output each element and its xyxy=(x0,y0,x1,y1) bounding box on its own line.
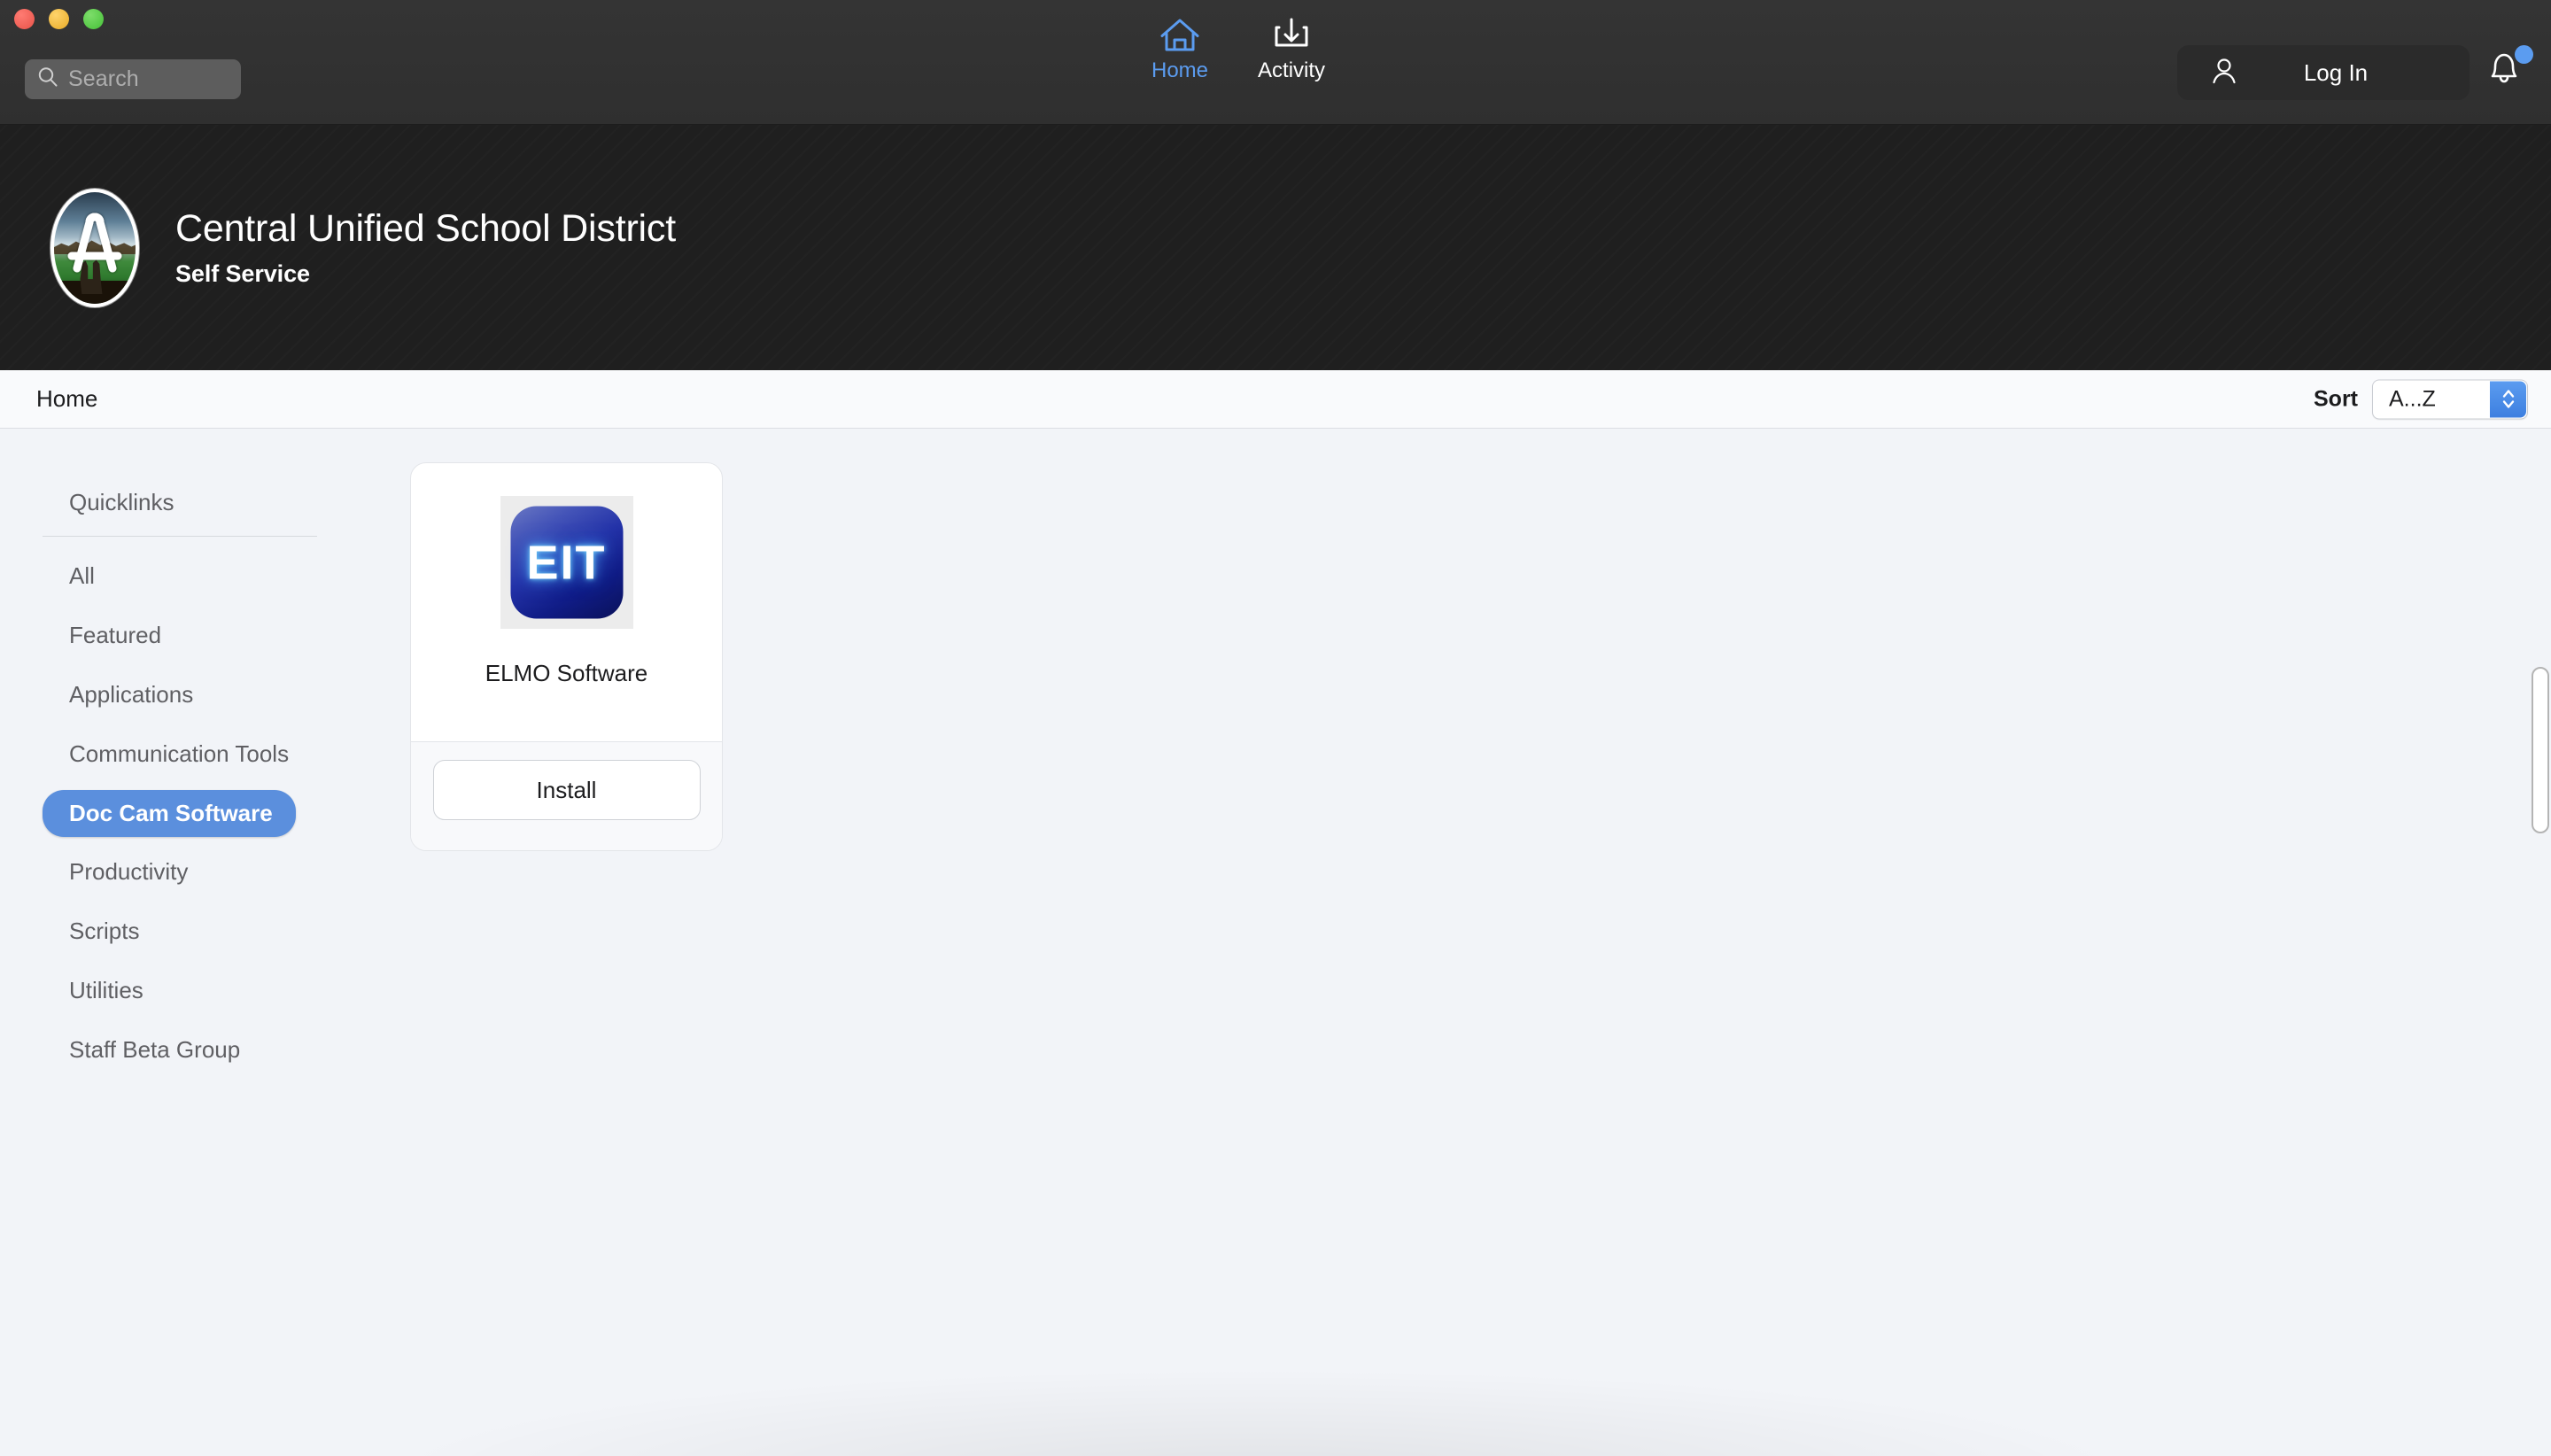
sidebar-item-communication-tools[interactable]: Communication Tools xyxy=(43,731,289,778)
close-window-button[interactable] xyxy=(14,9,35,29)
window-controls xyxy=(14,9,104,29)
brand-header: Central Unified School District Self Ser… xyxy=(0,125,2551,370)
sort-label: Sort xyxy=(2314,386,2358,411)
nav-item-home-label: Home xyxy=(1151,58,1209,82)
category-sidebar: Quicklinks All Featured Applications Com… xyxy=(43,489,317,1086)
home-icon xyxy=(1159,18,1200,58)
bell-icon xyxy=(2484,53,2524,93)
install-button[interactable]: Install xyxy=(432,760,701,820)
sidebar-item-featured[interactable]: Featured xyxy=(43,612,161,660)
sidebar-item-scripts[interactable]: Scripts xyxy=(43,908,139,956)
brand-subtitle: Self Service xyxy=(175,259,310,287)
app-card-title: ELMO Software xyxy=(485,660,648,686)
sidebar-item-utilities[interactable]: Utilities xyxy=(43,967,143,1015)
person-icon xyxy=(2209,56,2239,90)
notification-badge xyxy=(2515,45,2533,64)
sort-control-group: Sort A...Z xyxy=(2314,379,2528,419)
sort-select[interactable]: A...Z xyxy=(2372,379,2528,419)
page-title: Central Unified School District xyxy=(175,207,676,251)
breadcrumb[interactable]: Home xyxy=(36,385,97,413)
minimize-window-button[interactable] xyxy=(49,9,69,29)
app-card[interactable]: EIT ELMO Software Install xyxy=(410,462,723,851)
notifications-button[interactable] xyxy=(2484,45,2533,98)
sidebar-item-staff-beta-group[interactable]: Staff Beta Group xyxy=(43,1026,240,1074)
log-in-label: Log In xyxy=(2303,58,2369,86)
nav-item-activity[interactable]: Activity xyxy=(1258,18,1325,82)
sort-selected-value: A...Z xyxy=(2389,386,2436,411)
sidebar-item-all[interactable]: All xyxy=(43,553,95,600)
app-card-divider xyxy=(411,741,722,742)
window-toolbar: Search Home Activity Log In xyxy=(0,0,2551,125)
sidebar-item-list: All Featured Applications Communication … xyxy=(43,537,317,1086)
district-seal-logo xyxy=(50,188,139,307)
search-icon xyxy=(36,66,59,93)
download-tray-icon xyxy=(1271,18,1312,58)
search-input[interactable]: Search xyxy=(25,59,241,99)
tripod-emblem-icon xyxy=(67,213,122,272)
maximize-window-button[interactable] xyxy=(83,9,104,29)
sidebar-item-productivity[interactable]: Productivity xyxy=(43,848,188,896)
primary-nav: Home Activity xyxy=(1151,18,1325,82)
self-service-window: Search Home Activity Log In Central Unif… xyxy=(0,0,2551,1456)
brand-text-block: Central Unified School District Self Ser… xyxy=(175,207,676,287)
sidebar-item-applications[interactable]: Applications xyxy=(43,671,193,719)
vertical-scrollbar[interactable] xyxy=(2530,430,2551,1456)
log-in-button[interactable]: Log In xyxy=(2177,45,2470,100)
app-icon-container: EIT xyxy=(500,496,633,629)
nav-item-home[interactable]: Home xyxy=(1151,18,1208,82)
content-area: Quicklinks All Featured Applications Com… xyxy=(0,430,2551,1456)
chevron-updown-icon[interactable] xyxy=(2490,381,2526,417)
nav-item-activity-label: Activity xyxy=(1258,58,1326,82)
app-icon-text: EIT xyxy=(526,536,607,589)
sidebar-item-doc-cam-software[interactable]: Doc Cam Software xyxy=(43,789,296,838)
sidebar-heading: Quicklinks xyxy=(43,489,317,537)
elmo-eit-app-icon: EIT xyxy=(510,506,623,619)
scrollbar-thumb[interactable] xyxy=(2532,667,2549,833)
search-placeholder-text: Search xyxy=(68,66,139,91)
breadcrumb-bar: Home Sort A...Z xyxy=(0,370,2551,429)
